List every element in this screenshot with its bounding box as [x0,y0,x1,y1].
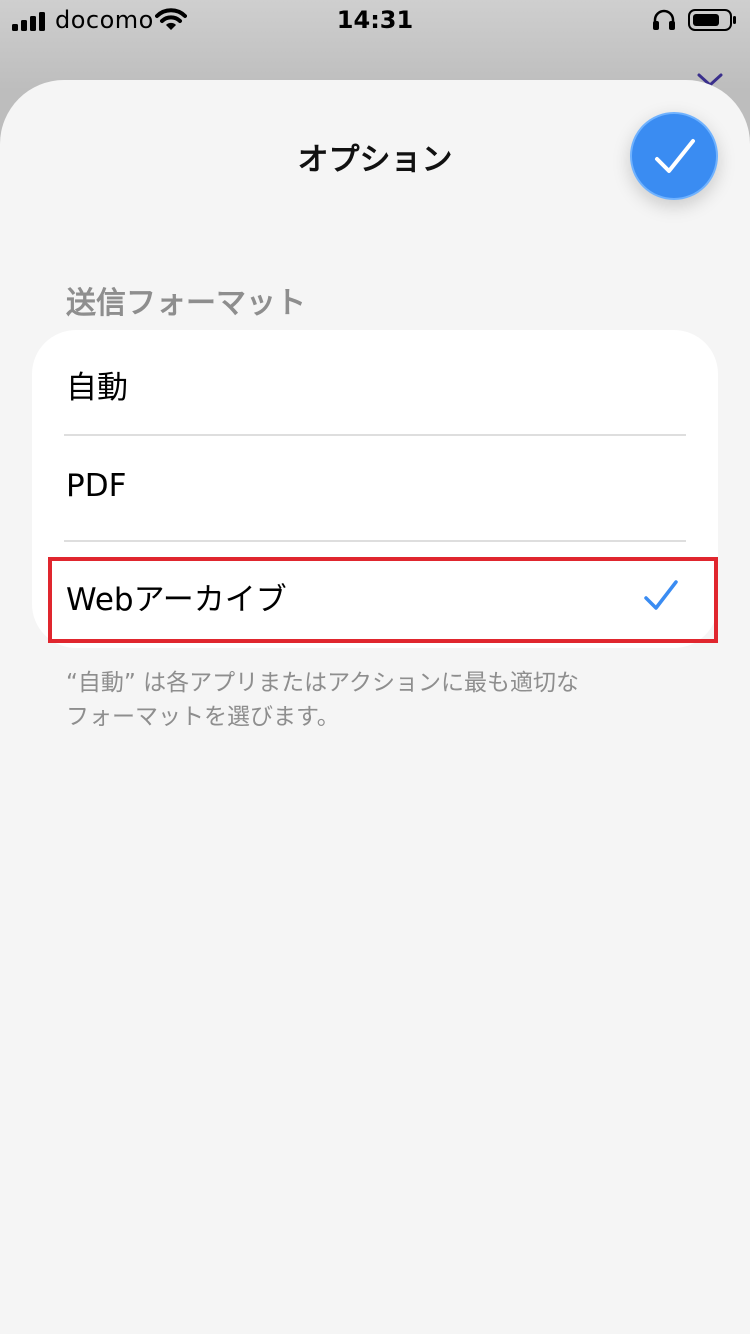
screen: docomo 14:31 オプション 送信フォーマット 自動 PDF Webアー… [0,0,750,1334]
section-footnote: “自動” は各アプリまたはアクションに最も適切な フォーマットを選びます。 [66,666,666,734]
option-row-auto[interactable]: 自動 [32,330,718,436]
highlight-annotation-box [48,557,718,643]
section-header: 送信フォーマット [66,286,306,321]
headphones-icon [653,9,675,30]
options-sheet: オプション 送信フォーマット 自動 PDF Webアーカイブ “自動” は各アプ… [0,80,750,1334]
checkmark-icon [655,139,695,173]
done-button[interactable] [630,112,718,200]
option-label: PDF [66,468,127,504]
battery-icon [688,9,736,31]
status-time: 14:31 [336,6,414,34]
status-bar: docomo 14:31 [0,0,750,40]
footnote-line: “自動” は各アプリまたはアクションに最も適切な [66,670,579,696]
footnote-line: フォーマットを選びます。 [66,704,340,730]
option-label: 自動 [66,370,128,406]
option-row-pdf[interactable]: PDF [32,436,718,542]
